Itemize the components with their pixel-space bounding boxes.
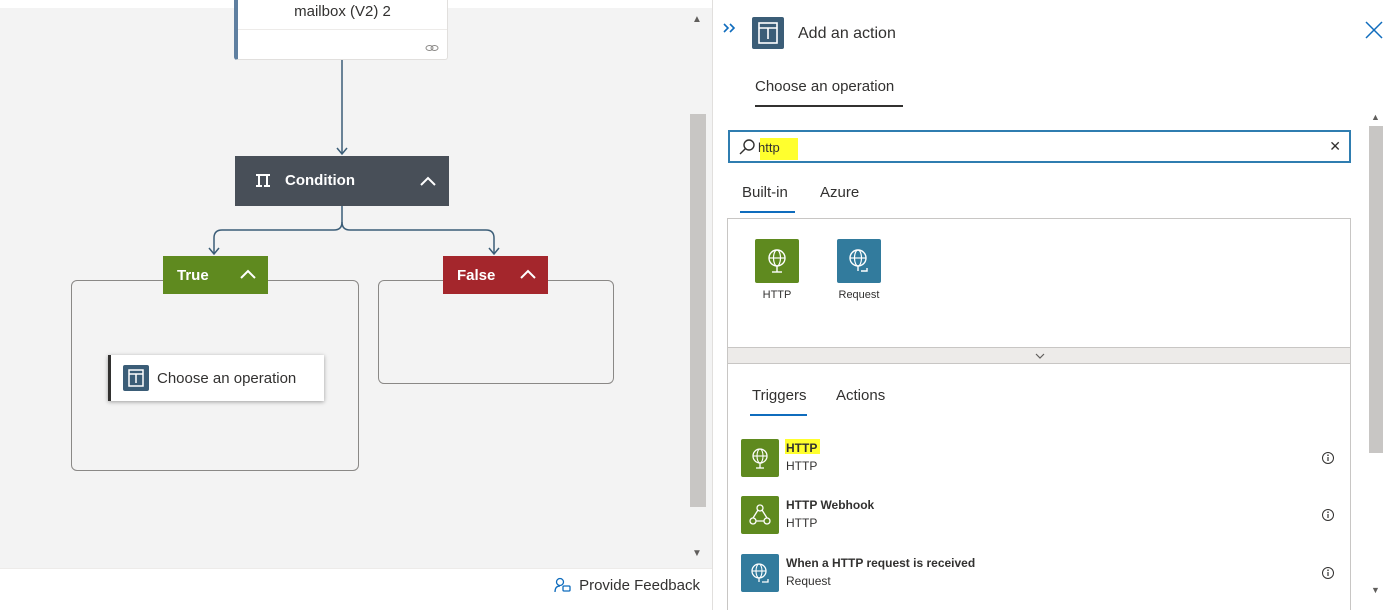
webhook-icon: [749, 504, 771, 525]
scroll-up-arrow[interactable]: ▲: [1371, 112, 1380, 122]
connector-name: HTTP: [762, 289, 792, 301]
clear-search-icon[interactable]: ✕: [1329, 138, 1341, 155]
false-branch-label: False: [457, 267, 496, 284]
mailbox-action-card[interactable]: mailbox (V2) 2: [234, 0, 448, 60]
globe-icon: [752, 448, 768, 469]
operation-name: When a HTTP request is received: [786, 556, 976, 570]
operation-tile: [741, 554, 779, 592]
action-icon: [752, 17, 784, 49]
operation-connector: Request: [786, 574, 831, 588]
condition-label: Condition: [285, 172, 355, 189]
false-branch-header[interactable]: False: [443, 256, 548, 294]
provide-feedback-button[interactable]: Provide Feedback: [553, 576, 700, 594]
true-branch-header[interactable]: True: [163, 256, 268, 294]
tab-triggers[interactable]: Triggers: [752, 387, 806, 404]
info-icon[interactable]: [1321, 451, 1335, 465]
designer-canvas: mailbox (V2) 2 Condition True False Choo…: [0, 0, 712, 610]
tab-choose-operation[interactable]: Choose an operation: [755, 78, 894, 95]
search-box[interactable]: ✕: [728, 130, 1351, 163]
add-action-panel: Add an action Choose an operation ✕ Buil…: [712, 0, 1400, 610]
search-icon: [739, 139, 755, 155]
operation-connector: HTTP: [786, 459, 818, 473]
chevron-up-icon[interactable]: [518, 264, 538, 284]
operation-tile: [741, 439, 779, 477]
connector-request[interactable]: Request: [829, 239, 889, 301]
tab-azure[interactable]: Azure: [820, 184, 859, 201]
tab-built-in[interactable]: Built-in: [742, 184, 788, 201]
operation-item-http[interactable]: HTTP HTTP: [741, 437, 1341, 481]
tab-underline: [755, 105, 903, 107]
connectors-grid: HTTP Request: [727, 218, 1351, 348]
false-branch-container: [378, 280, 614, 384]
card-divider: [238, 29, 447, 30]
operation-name: HTTP: [786, 441, 818, 455]
info-icon[interactable]: [1321, 508, 1335, 522]
choose-operation-card[interactable]: Choose an operation: [108, 355, 324, 401]
operation-item-http-request-received[interactable]: When a HTTP request is received Request: [741, 552, 1341, 596]
scroll-up-arrow[interactable]: ▲: [692, 14, 702, 25]
close-icon[interactable]: [1364, 20, 1384, 40]
true-branch-label: True: [177, 267, 209, 284]
globe-icon: [768, 249, 786, 273]
globe-request-icon: [751, 563, 769, 583]
link-icon[interactable]: [425, 43, 439, 53]
operation-tile: [741, 496, 779, 534]
feedback-icon: [554, 577, 571, 593]
panel-title: Add an action: [798, 25, 896, 42]
search-input[interactable]: [758, 137, 1318, 157]
scroll-down-arrow[interactable]: ▼: [692, 548, 702, 559]
http-connector-tile: [755, 239, 799, 283]
condition-card[interactable]: Condition: [235, 156, 449, 206]
canvas-scrollbar-thumb[interactable]: [690, 114, 706, 507]
operation-item-http-webhook[interactable]: HTTP Webhook HTTP: [741, 494, 1341, 538]
chevron-down-icon: [1035, 353, 1045, 359]
choose-operation-label: Choose an operation: [157, 370, 297, 387]
operation-connector: HTTP: [786, 516, 818, 530]
expand-panel-icon[interactable]: [721, 20, 741, 36]
connector-http[interactable]: HTTP: [747, 239, 807, 301]
chevron-up-icon[interactable]: [238, 264, 258, 284]
connector-name: Request: [838, 289, 880, 301]
tab-actions[interactable]: Actions: [836, 387, 885, 404]
mailbox-card-title: mailbox (V2) 2: [294, 3, 391, 20]
condition-icon: [256, 174, 270, 187]
tab-underline: [740, 211, 795, 213]
collapse-connectors-bar[interactable]: [727, 347, 1351, 364]
info-icon[interactable]: [1321, 566, 1335, 580]
scroll-down-arrow[interactable]: ▼: [1371, 585, 1380, 595]
provide-feedback-label: Provide Feedback: [579, 576, 700, 594]
tab-underline: [750, 414, 807, 416]
feedback-bar: Provide Feedback: [0, 568, 712, 610]
action-icon: [123, 365, 149, 391]
operation-name: HTTP Webhook: [786, 498, 875, 512]
chevron-up-icon[interactable]: [417, 170, 439, 192]
panel-scrollbar-thumb[interactable]: [1369, 126, 1383, 453]
request-connector-tile: [837, 239, 881, 283]
globe-request-icon: [849, 249, 868, 272]
